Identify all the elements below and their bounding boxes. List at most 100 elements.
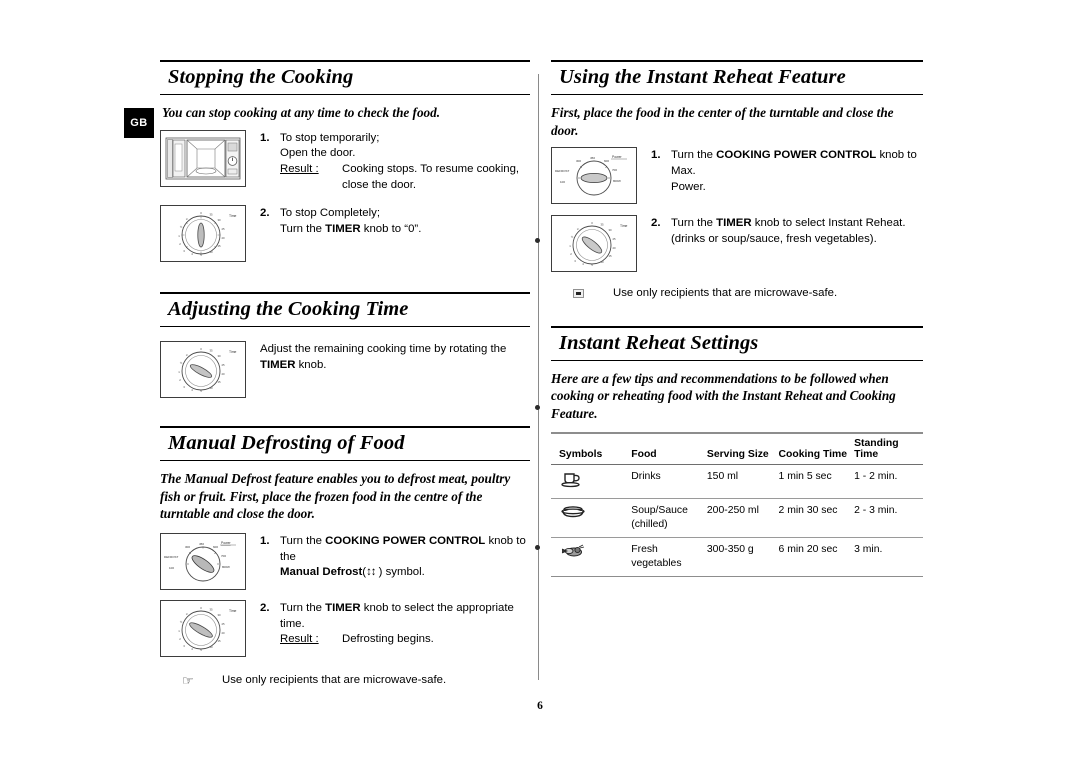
cell-standing-time: 3 min. <box>854 537 923 577</box>
svg-text:35: 35 <box>209 349 213 353</box>
table-row: Drinks 150 ml 1 min 5 sec 1 - 2 min. <box>551 464 923 500</box>
step-number: 2. <box>260 601 270 614</box>
section-lead-text: First, place the food in the center of t… <box>551 104 894 138</box>
column-header-cooking-time: Cooking Time <box>778 432 855 466</box>
timer-knob-icon: Time 0 3530 252015 1054 321 ½¼ <box>178 211 237 257</box>
right-column: Using the Instant Reheat Feature First, … <box>551 60 923 581</box>
section-heading-text: Adjusting the Cooking Time <box>168 298 409 321</box>
cell-serving-size: 300-350 g <box>706 537 779 577</box>
column-header-food: Food <box>631 432 707 466</box>
section-heading-text: Instant Reheat Settings <box>559 331 759 354</box>
cell-cooking-time: 1 min 5 sec <box>778 464 855 500</box>
step-line: 1. Turn the COOKING POWER CONTROL knob t… <box>260 534 530 581</box>
step-text-line: Open the door. <box>280 147 356 160</box>
cell-food: Soup/Sauce (chilled) <box>631 498 707 538</box>
svg-text:30: 30 <box>608 228 612 232</box>
cell-cooking-time: 6 min 20 sec <box>778 537 855 577</box>
svg-text:Time: Time <box>229 609 237 613</box>
svg-text:20: 20 <box>221 631 225 635</box>
step-body: 2. Turn the TIMER knob to select Instant… <box>651 215 923 247</box>
table-header-row: Symbols Food Serving Size Cooking Time S… <box>551 432 923 466</box>
step-text: Turn the TIMER knob to select the approp… <box>280 601 514 630</box>
step-number: 2. <box>651 217 661 230</box>
table-row: Fresh vegetables 300-350 g 6 min 20 sec … <box>551 537 923 577</box>
svg-text:35: 35 <box>209 213 213 217</box>
cell-symbol <box>551 537 632 577</box>
step-line: 1. Turn the COOKING POWER CONTROL knob t… <box>651 148 923 195</box>
svg-text:DEFROST: DEFROST <box>164 555 179 559</box>
svg-text:25: 25 <box>221 363 225 367</box>
svg-text:3: 3 <box>574 259 576 263</box>
figure-timer-knob-zero: Time 0 35 30 25 20 15 10 5 4 321 ½¼ <box>160 205 246 263</box>
section-lead-text: You can stop cooking at any time to chec… <box>162 104 441 120</box>
section-manual-defrosting-of-food: Manual Defrosting of Food The Manual Def… <box>160 426 530 688</box>
svg-text:0: 0 <box>200 211 202 215</box>
svg-text:15: 15 <box>608 254 612 258</box>
result-line: Result : Defrosting begins. <box>260 632 530 648</box>
note-row: ☞ Use only recipients that are microwave… <box>160 673 530 689</box>
step-line: 2. Turn the TIMER knob to select the app… <box>260 601 530 632</box>
step-number: 1. <box>260 534 270 547</box>
svg-text:½: ½ <box>571 235 574 239</box>
svg-text:450: 450 <box>199 542 204 546</box>
cell-cooking-time: 2 min 30 sec <box>778 498 855 538</box>
column-divider <box>538 74 539 680</box>
svg-text:2: 2 <box>179 378 181 382</box>
svg-text:35: 35 <box>209 608 213 612</box>
cup-saucer-icon <box>561 473 580 488</box>
manual-defrost-symbol-icon: ↕↕ <box>366 566 376 579</box>
pointing-hand-icon: ☞ <box>182 672 194 688</box>
section-using-the-instant-reheat-feature: Using the Instant Reheat Feature First, … <box>551 60 923 302</box>
svg-text:15: 15 <box>217 639 221 643</box>
svg-text:15: 15 <box>217 380 221 384</box>
figure-microwave-oven-open-door <box>160 129 246 187</box>
svg-text:10: 10 <box>209 250 213 254</box>
svg-text:Time: Time <box>229 214 237 218</box>
step-body: 1. Turn the COOKING POWER CONTROL knob t… <box>260 533 530 581</box>
svg-text:30: 30 <box>217 218 221 222</box>
svg-text:600: 600 <box>604 159 609 163</box>
step-number: 1. <box>260 131 270 144</box>
cell-standing-time: 2 - 3 min. <box>854 498 923 538</box>
figure-timer-knob-reheat: Time 0 35 30 25 20 15 10 5 4 321 ½¼ <box>551 215 637 273</box>
svg-text:1: 1 <box>178 234 180 238</box>
step-text: Turn the COOKING POWER CONTROL knob to t… <box>280 534 526 579</box>
step-text-line: To stop Completely; <box>280 207 381 220</box>
svg-text:10: 10 <box>600 260 604 264</box>
svg-text:Power: Power <box>612 155 622 159</box>
cell-food: Fresh vegetables <box>631 537 707 577</box>
svg-text:25: 25 <box>612 237 616 241</box>
cell-food-line: vegetables <box>631 557 682 569</box>
table-row: Soup/Sauce (chilled) 200-250 ml 2 min 30… <box>551 498 923 538</box>
svg-text:2: 2 <box>570 252 572 256</box>
svg-text:Time: Time <box>620 224 628 228</box>
step-text-line: To stop temporarily; <box>280 131 380 144</box>
section-lead-text: The Manual Defrost feature enables you t… <box>160 471 511 522</box>
svg-text:3: 3 <box>183 385 185 389</box>
step-row: Power DEFROST 300 450 600 700 800W 100 1… <box>160 532 530 590</box>
note-row: Use only recipients that are microwave-s… <box>551 286 923 302</box>
section-heading: Using the Instant Reheat Feature <box>551 60 923 95</box>
svg-text:15: 15 <box>217 244 221 248</box>
cell-serving-size: 200-250 ml <box>706 498 779 538</box>
timer-knob-icon: Time 0 3530 252015 1054 321 ½¼ <box>569 221 628 267</box>
figure-power-knob-defrost: Power DEFROST 300 450 600 700 800W 100 <box>160 532 246 590</box>
svg-text:25: 25 <box>221 227 225 231</box>
timer-knob-icon: Time 0 3530 252015 1054 321 ½¼ <box>178 606 237 652</box>
svg-text:100: 100 <box>169 566 174 570</box>
svg-text:10: 10 <box>209 645 213 649</box>
section-heading: Manual Defrosting of Food <box>160 426 530 462</box>
cell-standing-time: 1 - 2 min. <box>854 464 923 500</box>
svg-text:Power: Power <box>221 541 231 545</box>
section-heading-text: Stopping the Cooking <box>168 66 354 88</box>
step-row: Time 0 35 30 25 20 15 10 5 4 321 ½¼ <box>160 341 530 399</box>
section-heading-text: Manual Defrosting of Food <box>168 432 405 455</box>
timer-knob-icon: Time 0 3530 252015 1054 321 ½¼ <box>178 347 236 393</box>
svg-text:600: 600 <box>213 545 218 549</box>
cell-symbol <box>551 464 632 500</box>
step-body: 2. Turn the TIMER knob to select the app… <box>260 600 530 648</box>
cell-serving-size: 150 ml <box>706 464 779 500</box>
step-row: Time 0 35 30 25 20 15 10 5 4 321 ½¼ <box>160 205 530 263</box>
figure-timer-knob-defrost: Time 0 35 30 25 20 15 10 5 4 321 ½¼ <box>160 599 246 657</box>
svg-text:½: ½ <box>180 361 183 365</box>
